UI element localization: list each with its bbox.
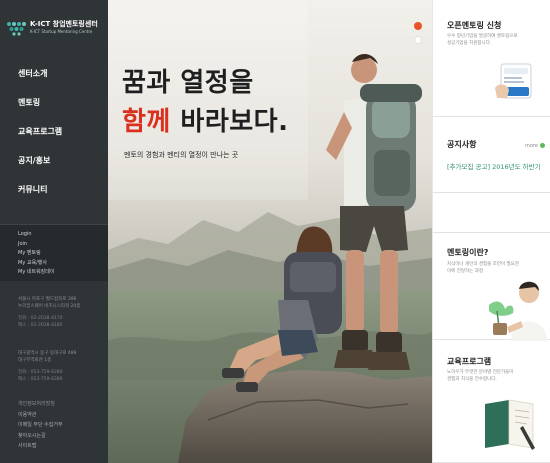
join-link[interactable]: Join — [18, 240, 54, 250]
hero-headline: 꿈과 열정을 — [122, 68, 254, 98]
login-link[interactable]: Login — [18, 230, 54, 240]
terms-link[interactable]: 이용약관 — [18, 410, 63, 421]
description-line: 성공기업을 지원합니다. — [447, 40, 492, 46]
nav-item-center-intro[interactable]: 센터소개 — [0, 60, 108, 88]
my-networking-link[interactable]: My 네트워킹데이 — [18, 268, 54, 278]
sidebar: K-ICT 창업멘토링센터 K-ICT Startup Mentoring Ce… — [0, 0, 108, 463]
address-line: 대구무역회관 1층 — [18, 358, 52, 363]
nav-item-education[interactable]: 교육프로그램 — [0, 118, 108, 146]
main-nav: 센터소개 멘토링 교육프로그램 공지/홍보 커뮤니티 — [0, 60, 108, 205]
nav-item-mentoring[interactable]: 멘토링 — [0, 89, 108, 117]
panel-title: 멘토링이란? — [447, 248, 489, 257]
nav-item-notice[interactable]: 공지/홍보 — [0, 147, 108, 175]
open-mentoring-panel[interactable]: 오픈멘토링 신청 우수 청년기업을 발굴하여 멘토링으로 성공기업을 지원합니다… — [433, 0, 550, 117]
fax-number: 팩스 : 053-759-6289 — [18, 377, 63, 382]
right-column: 오픈멘토링 신청 우수 청년기업을 발굴하여 멘토링으로 성공기업을 지원합니다… — [432, 0, 550, 463]
light-overlay — [108, 0, 308, 200]
description-line: 경험과 지식을 전수합니다. — [447, 376, 497, 382]
education-program-panel[interactable]: 교육프로그램 노하우가 뚜렷한 분야별 전문가들이 경험과 지식을 전수합니다. — [433, 340, 550, 463]
plus-icon — [539, 143, 545, 148]
privacy-link[interactable]: 개인정보처리방침 — [18, 399, 63, 410]
slide-dot[interactable] — [414, 36, 422, 44]
panel-description: 지식이나 개인의 경험을 조언이 필요한 이에 전달하는 과정 — [447, 262, 519, 275]
footer-links: 개인정보처리방침 이용약관 이메일 무단 수집거부 찾아오시는길 사이트맵 — [18, 399, 63, 452]
phone-number: 전화 : 02-2038-4170 — [18, 316, 63, 321]
hero-subtitle: 멘토의 경험과 멘티의 열정이 만나는 곳 — [124, 151, 239, 159]
mentor-with-plant-image — [489, 281, 547, 341]
logo[interactable]: K-ICT 창업멘토링센터 K-ICT Startup Mentoring Ce… — [6, 18, 106, 40]
address-line: 누리꿈스퀘어 비즈니스타워 20층 — [18, 304, 81, 309]
slide-dot-active[interactable] — [414, 22, 422, 30]
sitemap-link[interactable]: 사이트맵 — [18, 441, 63, 452]
panel-title: 공지사항 — [447, 140, 477, 149]
address-line: 서울시 마포구 월드컵북로 396 — [18, 297, 77, 302]
panel-description: 우수 청년기업을 발굴하여 멘토링으로 성공기업을 지원합니다. — [447, 34, 518, 47]
panel-description: 노하우가 뚜렷한 분야별 전문가들이 경험과 지식을 전수합니다. — [447, 370, 513, 383]
description-line: 우수 청년기업을 발굴하여 멘토링으로 — [447, 34, 518, 39]
address-line: 대구광역시 동구 동대구로 489 — [18, 351, 77, 356]
description-line: 노하우가 뚜렷한 분야별 전문가들이 — [447, 370, 514, 375]
my-mentoring-link[interactable]: My 멘토링 — [18, 249, 54, 259]
address-daegu: 대구광역시 동구 동대구로 489 대구무역회관 1층 전화 : 053-759… — [18, 350, 76, 383]
more-link[interactable]: more — [525, 143, 545, 149]
panel-title: 오픈멘토링 신청 — [447, 21, 502, 30]
fax-number: 팩스 : 02-2038-4180 — [18, 323, 63, 328]
logo-icon — [7, 22, 26, 36]
hero-headline-accent: 함께 — [122, 107, 171, 137]
my-education-link[interactable]: My 교육/행사 — [18, 259, 54, 269]
user-links: Login Join My 멘토링 My 교육/행사 My 네트워킹데이 — [18, 230, 54, 278]
application-card-icon — [495, 63, 532, 99]
hero-banner: 꿈과 열정을 함께 바라보다. 멘토의 경험과 멘티의 열정이 만나는 곳 — [108, 0, 432, 463]
about-mentoring-panel[interactable]: 멘토링이란? 지식이나 개인의 경험을 조언이 필요한 이에 전달하는 과정 — [433, 232, 550, 341]
description-line: 지식이나 개인의 경험을 조언이 필요한 — [447, 262, 519, 267]
notice-panel: 공지사항 more [추가모집 공고] 2016년도 하반기 — [433, 117, 550, 193]
panel-title: 교육프로그램 — [447, 357, 492, 366]
address-seoul: 서울시 마포구 월드컵북로 396 누리꿈스퀘어 비즈니스타워 20층 전화 :… — [18, 296, 80, 329]
email-policy-link[interactable]: 이메일 무단 수집거부 — [18, 420, 63, 431]
notebook-icon — [485, 399, 535, 450]
notice-item[interactable]: [추가모집 공고] 2016년도 하반기 — [447, 161, 547, 171]
description-line: 이에 전달하는 과정 — [447, 268, 483, 274]
nav-item-community[interactable]: 커뮤니티 — [0, 176, 108, 204]
phone-number: 전화 : 053-759-6280 — [18, 370, 63, 375]
logo-subtitle: K-ICT Startup Mentoring Centre — [30, 29, 93, 34]
hero-headline: 함께 바라보다. — [122, 101, 288, 138]
hero-headline-rest: 바라보다. — [170, 107, 289, 137]
more-label: more — [525, 143, 538, 149]
logo-title: K-ICT 창업멘토링센터 — [30, 20, 98, 28]
directions-link[interactable]: 찾아오시는길 — [18, 431, 63, 442]
